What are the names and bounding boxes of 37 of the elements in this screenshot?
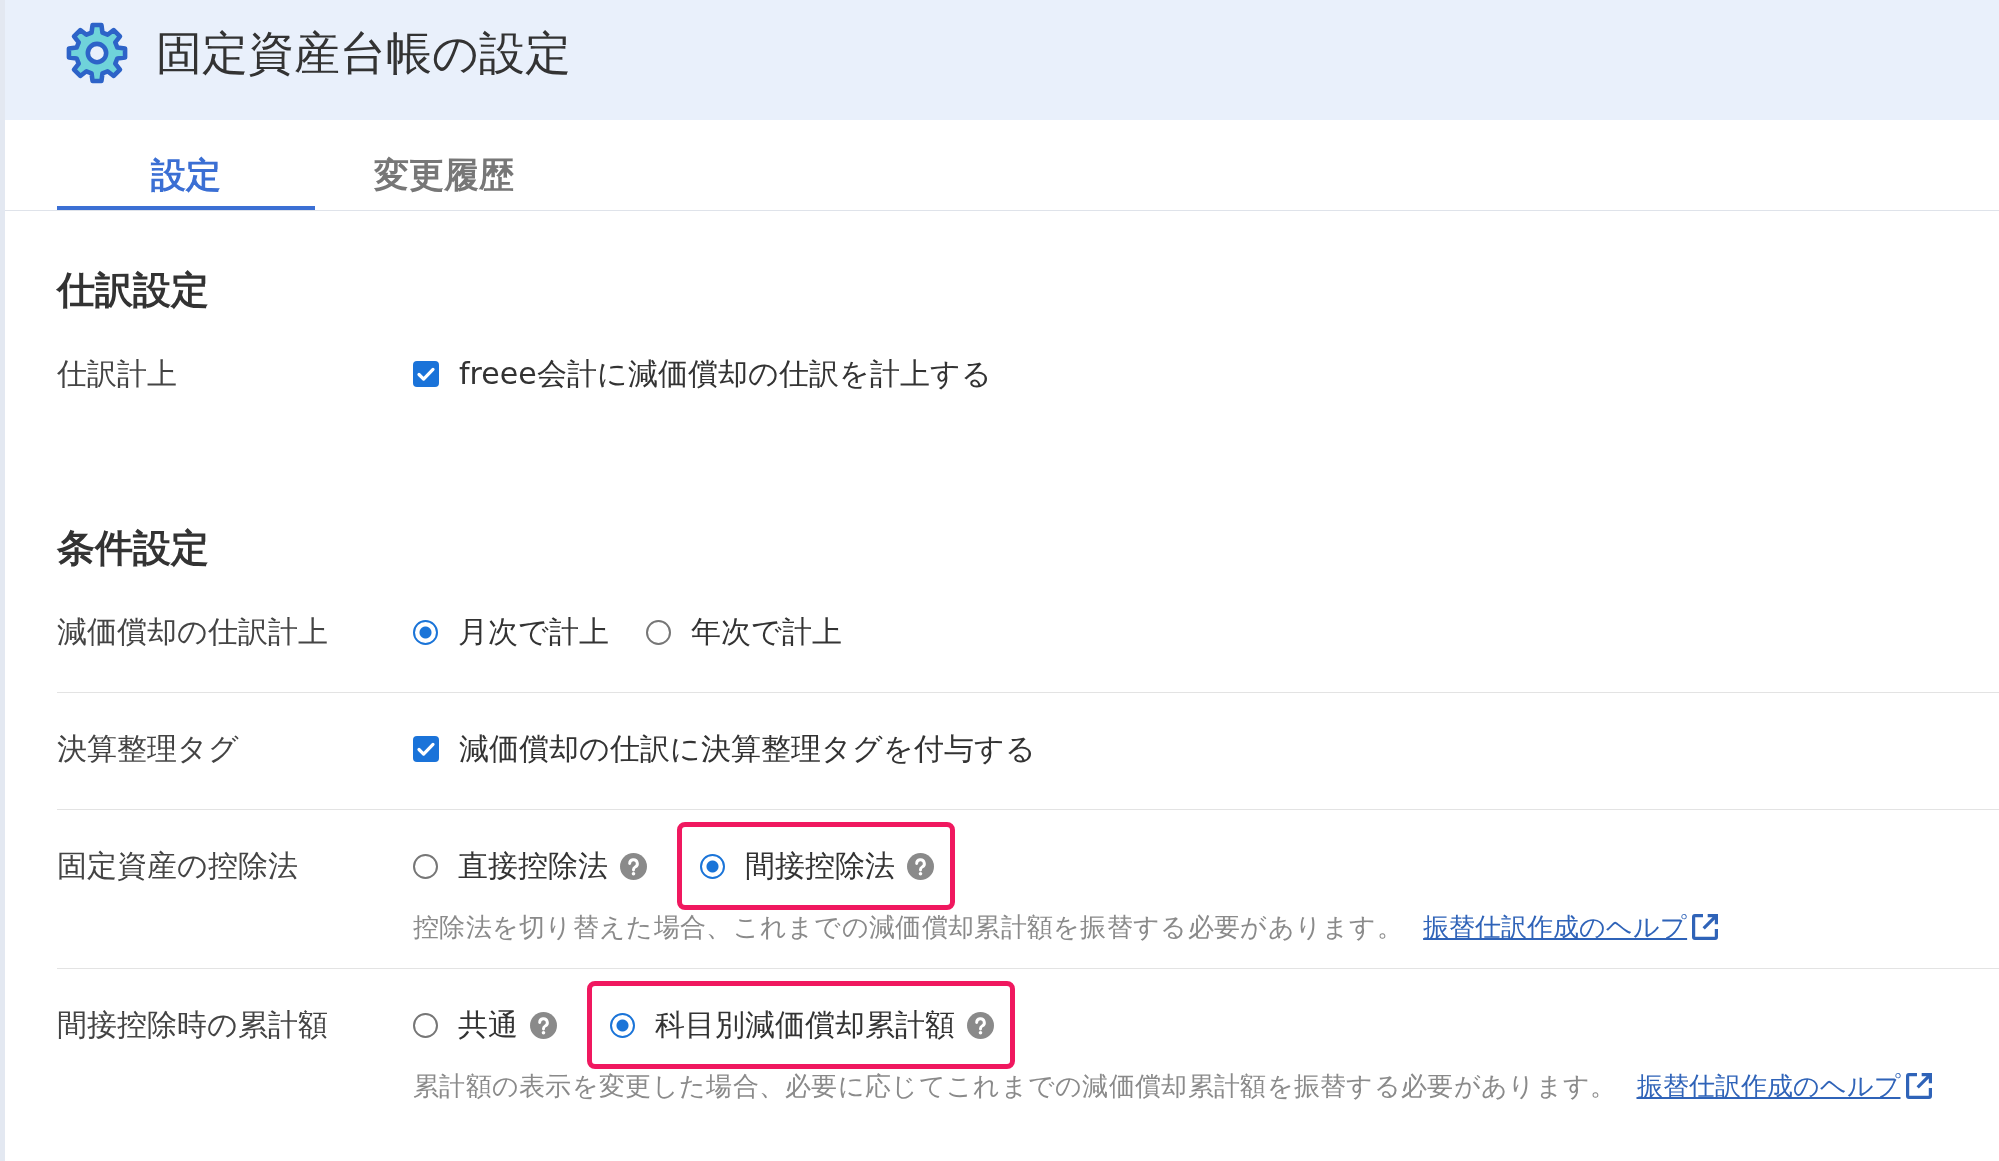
help-icon[interactable]	[967, 1011, 994, 1039]
settings-icon	[64, 20, 130, 86]
tab[interactable]: 変更履歴	[315, 120, 573, 210]
option-label: freee会計に減価償却の仕訳を計上する	[459, 355, 992, 393]
help-note: 累計額の表示を変更した場合、必要に応じてこれまでの減価償却累計額を振替する必要があります。	[413, 1070, 1617, 1103]
option-label: 年次で計上	[691, 613, 842, 651]
option-label: 月次で計上	[458, 613, 609, 651]
help-note: 控除法を切り替えた場合、これまでの減価償却累計額を振替する必要があります。	[413, 911, 1404, 944]
radio-button[interactable]	[700, 853, 725, 879]
help-icon[interactable]	[907, 852, 934, 880]
help-link[interactable]: 振替仕訳作成のヘルプ	[1636, 1069, 1901, 1103]
section-heading: 仕訳設定	[57, 267, 209, 314]
radio-button[interactable]	[610, 1012, 635, 1038]
setting-label: 決算整理タグ	[57, 731, 239, 766]
help-link[interactable]: 振替仕訳作成のヘルプ	[1423, 910, 1688, 944]
setting-label: 減価償却の仕訳計上	[57, 614, 328, 649]
option-label: 共通	[458, 1006, 518, 1044]
section-heading: 条件設定	[57, 525, 209, 572]
external-link-icon	[1905, 1073, 1932, 1099]
radio-button[interactable]	[646, 619, 671, 645]
radio-button[interactable]	[413, 619, 438, 645]
help-icon[interactable]	[530, 1011, 557, 1039]
tab[interactable]: 設定	[57, 120, 315, 210]
radio-button[interactable]	[413, 1012, 438, 1038]
help-icon[interactable]	[620, 852, 647, 880]
checkbox[interactable]	[413, 736, 439, 762]
setting-label: 仕訳計上	[57, 356, 177, 391]
external-link-icon	[1692, 914, 1719, 940]
checkbox[interactable]	[413, 361, 439, 387]
option-label: 科目別減価償却累計額	[655, 1006, 955, 1044]
setting-label: 固定資産の控除法	[57, 848, 298, 883]
setting-label: 間接控除時の累計額	[57, 1007, 328, 1042]
radio-button[interactable]	[413, 853, 438, 879]
option-label: 間接控除法	[745, 847, 895, 885]
option-label: 直接控除法	[458, 847, 608, 885]
option-label: 減価償却の仕訳に決算整理タグを付与する	[459, 730, 1036, 768]
page-title: 固定資産台帳の設定	[156, 25, 571, 81]
